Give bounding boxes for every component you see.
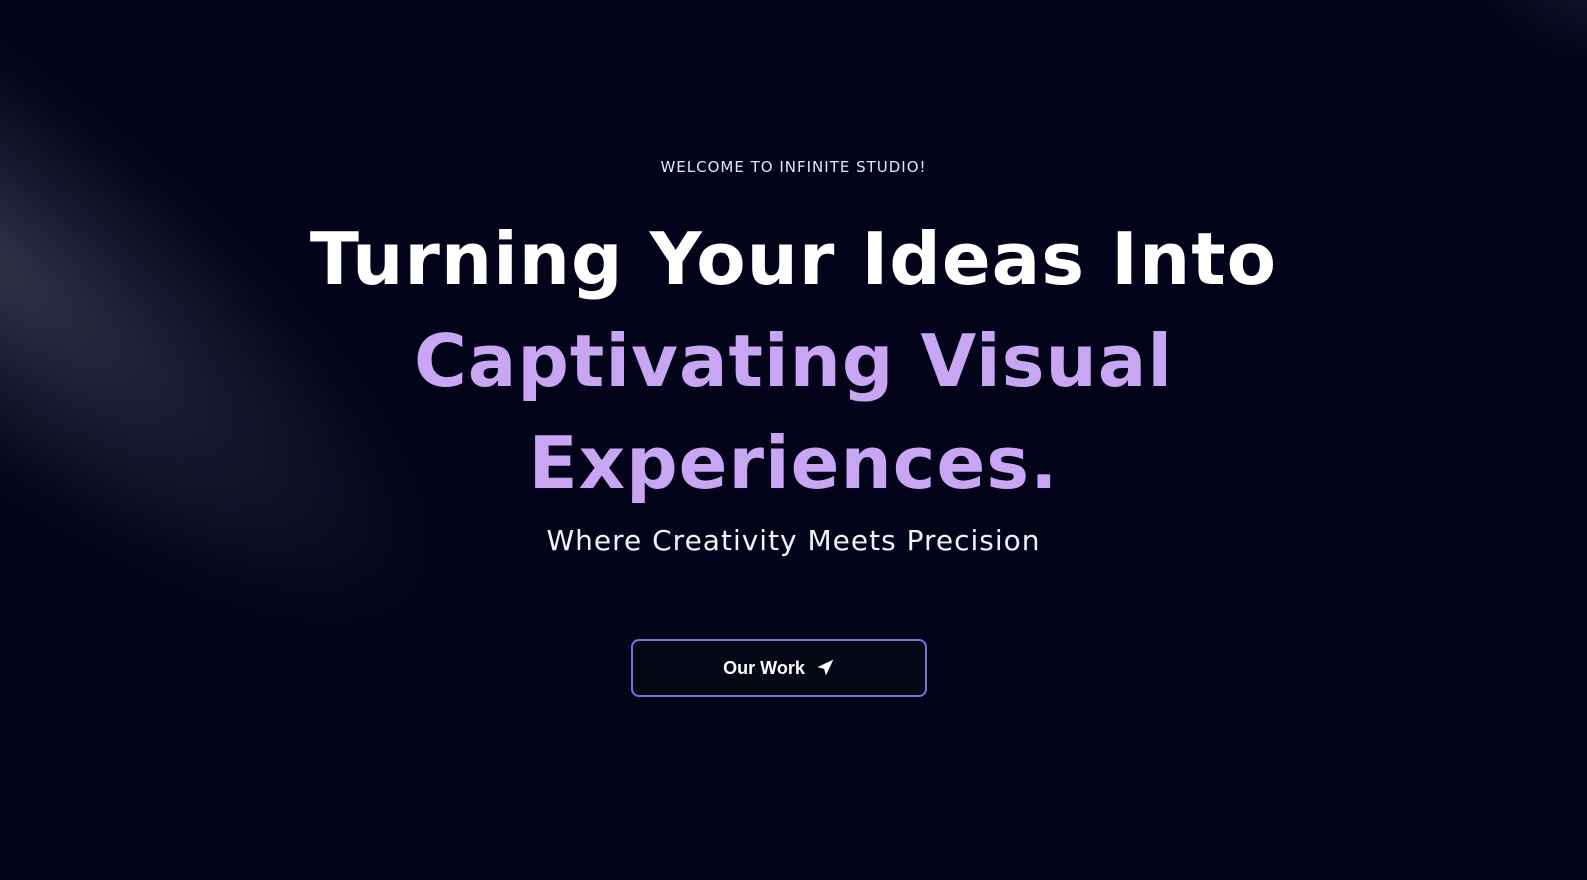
headline-line-3: Experiences. [528,421,1059,505]
our-work-button[interactable]: Our Work [631,639,927,697]
spotlight-glow-right [1447,0,1587,80]
headline-line-2: Captivating Visual [413,319,1174,403]
headline-line-1: Turning Your Ideas Into [309,217,1278,301]
hero-headline: Turning Your Ideas Into Captivating Visu… [0,208,1587,514]
hero-eyebrow: WELCOME TO INFINITE STUDIO! [660,158,927,176]
hero-tagline: Where Creativity Meets Precision [546,524,1041,557]
our-work-button-label: Our Work [723,657,805,678]
hero-page: WELCOME TO INFINITE STUDIO! Turning Your… [0,0,1587,880]
send-icon [815,658,835,678]
